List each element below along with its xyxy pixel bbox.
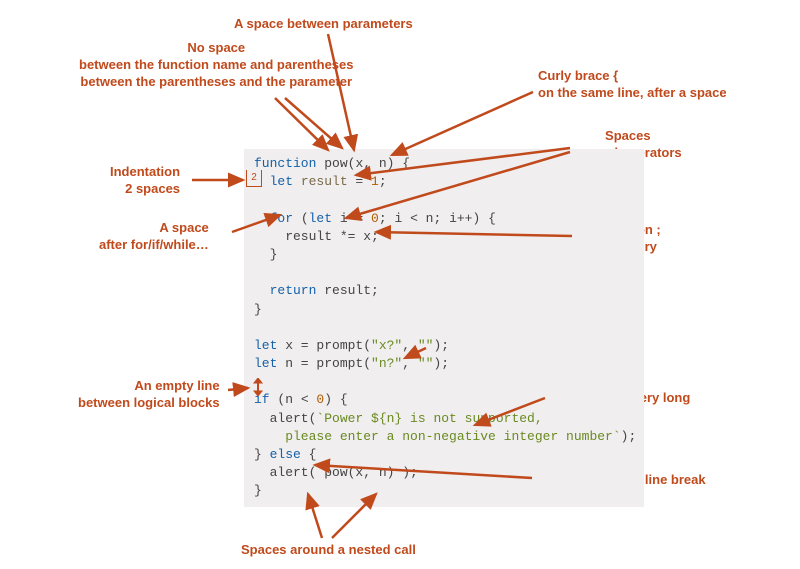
label-indentation: Indentation 2 spaces bbox=[110, 164, 180, 198]
code-block: function pow(x, n) { let result = 1; for… bbox=[244, 149, 644, 507]
label-curly-brace: Curly brace { on the same line, after a … bbox=[538, 68, 727, 102]
label-nested-call: Spaces around a nested call bbox=[241, 542, 416, 559]
label-empty-line: An empty line between logical blocks bbox=[78, 378, 220, 412]
label-no-space-func: No space between the function name and p… bbox=[79, 40, 354, 91]
label-space-between-params: A space between parameters bbox=[234, 16, 413, 33]
double-arrow-icon bbox=[252, 378, 264, 396]
label-space-after-for: A space after for/if/while… bbox=[99, 220, 209, 254]
indent-marker: 2 bbox=[246, 170, 262, 187]
